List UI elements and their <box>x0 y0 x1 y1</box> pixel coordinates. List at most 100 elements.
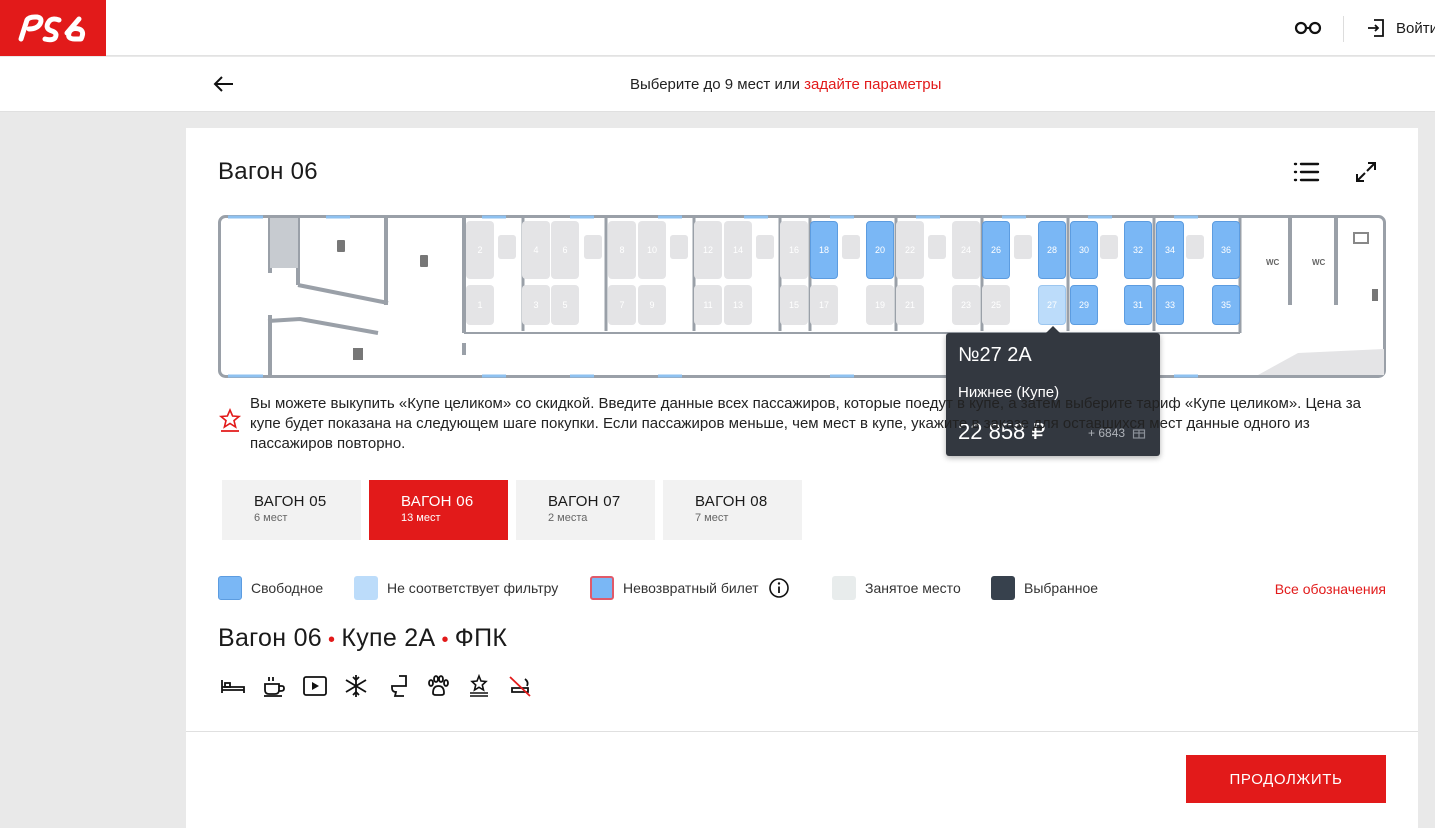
seat-19: 19 <box>866 285 894 325</box>
legend-free-label: Свободное <box>251 580 324 596</box>
list-view-icon[interactable] <box>1292 160 1320 184</box>
seat-13: 13 <box>724 285 752 325</box>
tab-car-08[interactable]: ВАГОН 08 7 мест <box>663 480 802 540</box>
air-conditioning-icon <box>345 675 367 697</box>
seat-36[interactable]: 36 <box>1212 221 1240 279</box>
seat-33[interactable]: 33 <box>1156 285 1184 325</box>
seat-30[interactable]: 30 <box>1070 221 1098 279</box>
coffee-icon <box>264 677 285 697</box>
all-legend-link[interactable]: Все обозначения <box>1275 581 1386 597</box>
legend-no-filter-swatch <box>354 576 378 600</box>
legend-selected-swatch <box>991 576 1015 600</box>
seat-10: 10 <box>638 221 666 279</box>
legend-occupied-swatch <box>832 576 856 600</box>
accessibility-glasses-icon[interactable] <box>1294 18 1322 38</box>
seat-legend: Свободное Не соответствует фильтру Невоз… <box>218 576 1386 602</box>
top-bar: Войти <box>0 0 1435 56</box>
seat-28[interactable]: 28 <box>1038 221 1066 279</box>
legend-no-filter: Не соответствует фильтру <box>354 576 558 600</box>
car-info-carrier: ФПК <box>454 624 508 652</box>
legend-selected: Выбранное <box>991 576 1098 600</box>
back-arrow-icon[interactable] <box>212 72 236 96</box>
legend-non-refundable-swatch <box>590 576 614 600</box>
legend-selected-label: Выбранное <box>1024 580 1099 596</box>
login-label: Войти <box>1396 19 1435 37</box>
legend-occupied-label: Занятое место <box>865 580 961 596</box>
notice-text: Вы можете выкупить «Купе целиком» со ски… <box>250 395 1361 452</box>
car-scheme: WC WC 1 2 3 4 5 6 7 8 9 10 11 12 13 14 15 16 17 18 19 20 21 2… <box>218 215 1386 378</box>
tab-car-05[interactable]: ВАГОН 05 6 мест <box>222 480 361 540</box>
info-icon[interactable] <box>768 577 790 599</box>
wc-label-2: WC <box>1312 258 1326 267</box>
legend-non-refundable-label: Невозвратный билет <box>623 580 759 596</box>
login-button[interactable]: Войти <box>1366 18 1435 38</box>
seat-18[interactable]: 18 <box>810 221 838 279</box>
login-icon <box>1368 19 1384 37</box>
car-info-title: Вагон 06 • Купе 2А • ФПК <box>218 624 507 653</box>
separator-dot: • <box>328 629 336 651</box>
car-info-car: Вагон 06 <box>218 624 323 652</box>
seat-31[interactable]: 31 <box>1124 285 1152 325</box>
seat-26[interactable]: 26 <box>982 221 1010 279</box>
brand-logo[interactable] <box>0 0 106 56</box>
seat-34[interactable]: 34 <box>1156 221 1184 279</box>
seat-20[interactable]: 20 <box>866 221 894 279</box>
seat-11: 11 <box>694 285 722 325</box>
seat-35[interactable]: 35 <box>1212 285 1240 325</box>
seat-23: 23 <box>952 285 980 325</box>
tab-name: ВАГОН 06 <box>401 493 474 510</box>
seat-15: 15 <box>780 285 808 325</box>
expand-icon[interactable] <box>1354 160 1378 184</box>
tab-car-07[interactable]: ВАГОН 07 2 места <box>516 480 655 540</box>
legend-non-refundable: Невозвратный билет <box>590 576 790 600</box>
legend-occupied: Занятое место <box>832 576 961 600</box>
seat-limit-label: Выберите до 9 мест или <box>630 76 800 93</box>
seat-32[interactable]: 32 <box>1124 221 1152 279</box>
seat-8: 8 <box>608 221 636 279</box>
divider <box>1343 16 1344 42</box>
tab-name: ВАГОН 05 <box>254 493 327 510</box>
rzd-logo-icon <box>18 14 86 43</box>
car-title: Вагон 06 <box>218 158 318 185</box>
amenities <box>220 674 533 698</box>
seat-21: 21 <box>896 285 924 325</box>
seat-5: 5 <box>551 285 579 325</box>
seat-2: 2 <box>466 221 494 279</box>
seat-25: 25 <box>982 285 1010 325</box>
seat-3: 3 <box>522 285 550 325</box>
seat-1: 1 <box>466 285 494 325</box>
legend-no-filter-label: Не соответствует фильтру <box>387 580 559 596</box>
tooltip-seat-number: №27 2А <box>958 344 1032 366</box>
separator-dot: • <box>441 629 449 651</box>
seat-27[interactable]: 27 <box>1038 285 1066 325</box>
car-info-class: Купе 2А <box>341 624 436 652</box>
seat-14: 14 <box>724 221 752 279</box>
seat-6: 6 <box>551 221 579 279</box>
legend-free-swatch <box>218 576 242 600</box>
seat-12: 12 <box>694 221 722 279</box>
seat-16: 16 <box>780 221 808 279</box>
no-smoking-icon <box>509 676 531 697</box>
tab-name: ВАГОН 08 <box>695 493 768 510</box>
tab-count: 2 места <box>548 512 588 524</box>
set-parameters-link[interactable]: задайте параметры <box>804 76 941 93</box>
video-icon <box>303 676 327 696</box>
tab-car-06[interactable]: ВАГОН 06 13 мест <box>369 480 508 540</box>
bed-icon <box>221 680 245 693</box>
seat-17: 17 <box>810 285 838 325</box>
seat-24: 24 <box>952 221 980 279</box>
seat-7: 7 <box>608 285 636 325</box>
tab-count: 13 мест <box>401 512 441 524</box>
tab-name: ВАГОН 07 <box>548 493 621 510</box>
legend-free: Свободное <box>218 576 323 600</box>
toilet-icon <box>391 675 407 697</box>
divider <box>186 731 1418 732</box>
seat-4: 4 <box>522 221 550 279</box>
continue-button[interactable]: ПРОДОЛЖИТЬ <box>1186 755 1386 803</box>
car-tabs: ВАГОН 05 6 мест ВАГОН 06 13 мест ВАГОН 0… <box>222 480 802 540</box>
compartment-star-icon <box>218 408 242 432</box>
tab-count: 6 мест <box>254 512 288 524</box>
seat-limit-text: Выберите до 9 мест или задайте параметры <box>630 76 941 93</box>
seat-29[interactable]: 29 <box>1070 285 1098 325</box>
pets-icon <box>428 675 449 696</box>
